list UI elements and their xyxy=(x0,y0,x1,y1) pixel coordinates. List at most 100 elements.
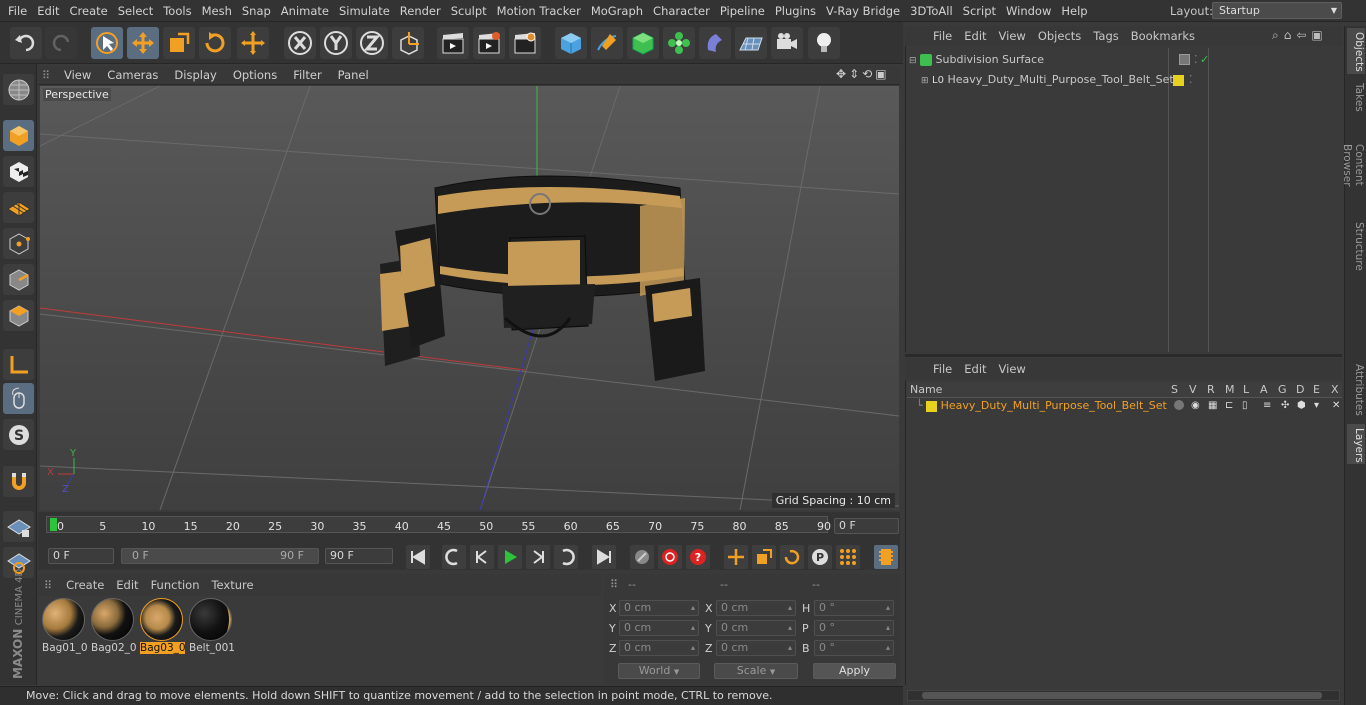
tab-structure[interactable]: Structure xyxy=(1347,216,1365,276)
material-swatch[interactable]: Belt_001 xyxy=(189,598,234,656)
layer-color-icon[interactable] xyxy=(1173,75,1184,86)
collapse-icon[interactable]: ⊟ xyxy=(909,56,917,66)
axis-mode-button[interactable] xyxy=(3,349,34,380)
tab-content-browser[interactable]: Content Browser xyxy=(1341,120,1365,210)
z-axis-button[interactable] xyxy=(356,27,388,59)
points-mode-button[interactable] xyxy=(3,228,34,259)
layer-tag-icon[interactable] xyxy=(1179,54,1190,65)
key-pla-button[interactable] xyxy=(836,545,860,569)
redo-button[interactable] xyxy=(45,27,77,59)
menu-help[interactable]: Help xyxy=(1056,0,1092,22)
render-view-button[interactable] xyxy=(437,27,469,59)
layer-color-swatch[interactable] xyxy=(926,400,938,412)
end-frame-field[interactable]: 90 F xyxy=(325,548,393,564)
go-to-end-button[interactable] xyxy=(592,545,616,569)
menu-plugins[interactable]: Plugins xyxy=(770,0,821,22)
layer-column-e[interactable]: E xyxy=(1313,383,1320,396)
material-swatch[interactable]: Bag02_0 xyxy=(91,598,136,656)
menu-3dtoall[interactable]: 3DToAll xyxy=(905,0,958,22)
keyframe-selection-button[interactable]: ? xyxy=(686,545,710,569)
deformer-button[interactable] xyxy=(699,27,731,59)
layer-column-g[interactable]: G xyxy=(1278,383,1287,396)
next-keyframe-button[interactable] xyxy=(554,545,578,569)
world-dropdown[interactable]: World ▼ xyxy=(618,663,700,679)
layer-column-v[interactable]: V xyxy=(1189,383,1197,396)
tree-row-tool-belt[interactable]: ⊞ L0 Heavy_Duty_Multi_Purpose_Tool_Belt_… xyxy=(921,70,1351,90)
menu-script[interactable]: Script xyxy=(958,0,1001,22)
x-axis-button[interactable] xyxy=(284,27,316,59)
layer-column-name[interactable]: Name xyxy=(910,383,942,396)
viewport-menu-view[interactable]: View xyxy=(56,68,99,82)
coordinate-system-button[interactable] xyxy=(392,27,424,59)
horizontal-scrollbar[interactable] xyxy=(907,690,1340,701)
light-button[interactable] xyxy=(808,27,840,59)
tab-takes[interactable]: Takes xyxy=(1347,76,1365,118)
scale-tool-button[interactable] xyxy=(163,27,195,59)
timeline-ruler[interactable]: 0 5 10 15 20 25 30 35 40 45 50 55 60 65 70 75 80 85 90 xyxy=(46,516,831,533)
layer-menu-file[interactable]: File xyxy=(927,362,958,376)
size-z-field[interactable]: 0 cm xyxy=(716,640,796,656)
animation-icon[interactable]: ≡ xyxy=(1263,396,1271,416)
layer-menu-view[interactable]: View xyxy=(993,362,1032,376)
key-scale-button[interactable] xyxy=(752,545,776,569)
maximize-view-icon[interactable]: ▣ xyxy=(875,67,886,84)
tab-layers[interactable]: Layers xyxy=(1347,424,1365,464)
workplane-lock-button[interactable] xyxy=(3,511,34,542)
model-mode-button[interactable] xyxy=(3,120,34,151)
start-frame-field[interactable]: 0 F xyxy=(48,548,114,564)
menu-character[interactable]: Character xyxy=(648,0,715,22)
zoom-arrows-icon[interactable]: ⇕ xyxy=(849,67,859,84)
layer-column-x[interactable]: X xyxy=(1331,383,1339,396)
render-icon[interactable]: ▦ xyxy=(1208,396,1217,416)
maximize-view-icon[interactable]: ▣ xyxy=(1311,28,1322,44)
pos-z-field[interactable]: 0 cm xyxy=(619,640,699,656)
cloner-button[interactable] xyxy=(663,27,695,59)
undo-button[interactable] xyxy=(10,27,42,59)
menu-animate[interactable]: Animate xyxy=(276,0,334,22)
rot-p-field[interactable]: 0 ° xyxy=(814,620,894,636)
orbit-icon[interactable]: ⟲ xyxy=(862,67,872,84)
xref-icon[interactable]: ✕ xyxy=(1332,396,1340,416)
grip-icon[interactable]: ⠿ xyxy=(44,579,52,592)
panel-separator[interactable] xyxy=(905,354,1342,357)
y-axis-button[interactable] xyxy=(320,27,352,59)
frame-range-slider[interactable]: 0 F 90 F xyxy=(121,548,319,564)
previous-frame-button[interactable] xyxy=(470,545,494,569)
menu-edit[interactable]: Edit xyxy=(32,0,64,22)
material-menu-create[interactable]: Create xyxy=(60,578,110,592)
viewport-menu-cameras[interactable]: Cameras xyxy=(99,68,166,82)
apply-button[interactable]: Apply xyxy=(813,663,896,679)
menu-pipeline[interactable]: Pipeline xyxy=(715,0,770,22)
current-frame-field[interactable]: 0 F xyxy=(834,518,899,534)
menu-snap[interactable]: Snap xyxy=(237,0,276,22)
generators-icon[interactable]: ✣ xyxy=(1281,396,1289,416)
menu-file[interactable]: File xyxy=(0,0,32,22)
material-menu-texture[interactable]: Texture xyxy=(205,578,259,592)
menu-render[interactable]: Render xyxy=(395,0,446,22)
subdivision-surface-button[interactable] xyxy=(627,27,659,59)
material-menu-function[interactable]: Function xyxy=(145,578,206,592)
edges-mode-button[interactable] xyxy=(3,264,34,295)
scrollbar-thumb[interactable] xyxy=(922,692,1322,699)
layer-column-s[interactable]: S xyxy=(1171,383,1178,396)
record-active-objects-button[interactable] xyxy=(630,545,654,569)
menu-simulate[interactable]: Simulate xyxy=(334,0,395,22)
spline-pen-button[interactable] xyxy=(591,27,623,59)
layer-column-r[interactable]: R xyxy=(1207,383,1215,396)
render-settings-button[interactable] xyxy=(509,27,541,59)
tweak-mode-button[interactable] xyxy=(3,383,34,414)
grip-icon[interactable]: ⠿ xyxy=(610,578,618,591)
snap-button[interactable] xyxy=(3,466,34,497)
tree-row-subdivision[interactable]: ⊟ Subdivision Surface ⁚ ✓ xyxy=(909,50,1349,70)
menu-tools[interactable]: Tools xyxy=(158,0,196,22)
workplane-mode-button[interactable] xyxy=(3,192,34,223)
viewport-menu-display[interactable]: Display xyxy=(166,68,224,82)
size-y-field[interactable]: 0 cm xyxy=(716,620,796,636)
object-menu-file[interactable]: File xyxy=(927,29,958,43)
object-menu-edit[interactable]: Edit xyxy=(958,29,992,43)
tab-attributes[interactable]: Attributes xyxy=(1347,358,1365,422)
key-position-button[interactable] xyxy=(724,545,748,569)
layer-column-a[interactable]: A xyxy=(1260,383,1268,396)
scale-dropdown[interactable]: Scale ▼ xyxy=(714,663,798,679)
autokeying-button[interactable] xyxy=(658,545,682,569)
